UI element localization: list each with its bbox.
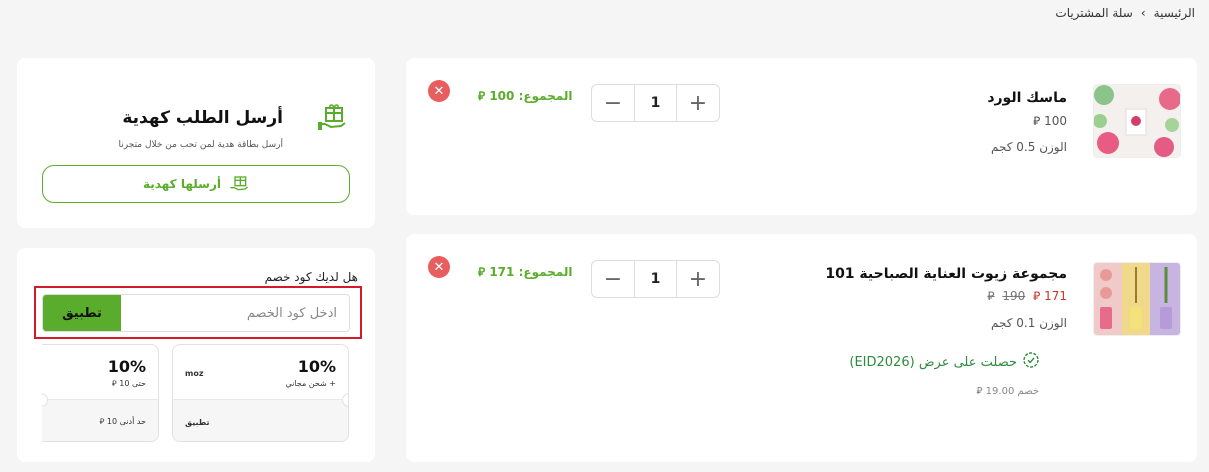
riyal-icon: ⃁ — [976, 386, 983, 397]
increase-quantity-button[interactable]: + — [677, 261, 719, 297]
close-icon: ✕ — [433, 259, 445, 275]
riyal-icon: ⃁ — [987, 289, 995, 303]
cart-item: ماسك الورد 100 ⃁ الوزن 0.5 كجم + 1 − الم… — [406, 58, 1197, 215]
item-price: 100 ⃁ — [1033, 114, 1067, 129]
decrease-quantity-button[interactable]: − — [592, 261, 634, 297]
price-value: 100 — [1044, 114, 1067, 128]
item-name[interactable]: مجموعة زيوت العناية الصباحية 101 — [825, 266, 1067, 282]
product-image-oil-set[interactable] — [1093, 262, 1181, 336]
apply-coupon-button[interactable]: تطبيق — [43, 295, 121, 331]
cart-item: مجموعة زيوت العناية الصباحية 101 171 ⃁ 1… — [406, 234, 1197, 462]
riyal-icon: ⃁ — [1033, 289, 1041, 303]
coupon-description: حتى 10 ⃁ — [112, 379, 146, 389]
riyal-icon: ⃁ — [111, 379, 117, 388]
total-value: 171 — [489, 265, 515, 279]
item-total: المجموع: 171 ⃁ — [478, 265, 572, 280]
coupon-percent: 10% — [297, 357, 336, 376]
item-price: 171 ⃁ 190 ⃁ — [987, 289, 1067, 304]
breadcrumb: الرئيسية › سلة المشتريات — [1055, 6, 1195, 20]
gift-order-card: أرسل الطلب كهدية أرسل بطاقة هدية لمن تحب… — [17, 58, 375, 228]
item-weight: الوزن 0.1 كجم — [991, 316, 1067, 330]
item-total: المجموع: 100 ⃁ — [478, 89, 572, 104]
quantity-stepper: + 1 − — [591, 260, 720, 298]
chevron-left-icon: › — [1140, 6, 1146, 20]
send-as-gift-button[interactable]: أرسلها كهدية — [42, 165, 350, 203]
coupon-percent: 10% — [107, 357, 146, 376]
price-new: 171 — [1044, 289, 1067, 303]
riyal-icon: ⃁ — [99, 417, 105, 426]
item-name[interactable]: ماسك الورد — [987, 90, 1067, 106]
product-image-rose-mask[interactable] — [1093, 84, 1181, 158]
offer-text: حصلت على عرض (EID2026) — [849, 354, 1017, 370]
discount-amount: خصم 19.00 ⃁ — [977, 384, 1039, 397]
coupon-description-text: حتى 10 — [119, 379, 146, 388]
quantity-stepper: + 1 − — [591, 84, 720, 122]
breadcrumb-home-link[interactable]: الرئيسية — [1154, 6, 1195, 20]
offer-applied: حصلت على عرض (EID2026) — [849, 352, 1039, 372]
quantity-value[interactable]: 1 — [634, 85, 677, 121]
coupon-minimum: حد أدنى 10 ⃁ — [100, 417, 146, 427]
send-as-gift-label: أرسلها كهدية — [143, 177, 221, 191]
coupon-minimum-text: حد أدنى 10 — [106, 417, 146, 426]
ticket-notch — [342, 393, 348, 407]
coupon-card: هل لديك كود خصم تطبيق 10% + شحن مجاني mo… — [17, 248, 375, 462]
gift-icon — [229, 173, 249, 196]
increase-quantity-button[interactable]: + — [677, 85, 719, 121]
coupon-ticket[interactable]: 10% + شحن مجاني moz تطبيق — [172, 344, 349, 442]
remove-item-button[interactable]: ✕ — [428, 256, 450, 278]
coupon-description: + شحن مجاني — [285, 379, 336, 388]
total-value: 100 — [489, 89, 515, 103]
price-old: 190 — [1002, 289, 1026, 303]
apply-ticket-button[interactable]: تطبيق — [185, 418, 210, 427]
quantity-value[interactable]: 1 — [634, 261, 677, 297]
riyal-icon: ⃁ — [478, 89, 486, 103]
coupon-code-input[interactable] — [121, 295, 349, 331]
coupon-question: هل لديك كود خصم — [264, 270, 358, 284]
remove-item-button[interactable]: ✕ — [428, 80, 450, 102]
gift-hand-icon — [317, 102, 347, 132]
coupon-ticket[interactable]: 10% حتى 10 ⃁ حد أدنى 10 ⃁ — [42, 344, 159, 442]
total-label: المجموع: — [518, 89, 573, 103]
breadcrumb-current: سلة المشتريات — [1055, 6, 1133, 20]
riyal-icon: ⃁ — [478, 265, 486, 279]
coupon-code: moz — [185, 369, 204, 378]
riyal-icon: ⃁ — [1033, 114, 1041, 128]
decrease-quantity-button[interactable]: − — [592, 85, 634, 121]
close-icon: ✕ — [433, 83, 445, 99]
check-circle-icon — [1023, 352, 1039, 372]
gift-subtitle: أرسل بطاقة هدية لمن تحب من خلال متجرنا — [118, 140, 283, 150]
item-weight: الوزن 0.5 كجم — [991, 140, 1067, 154]
gift-title: أرسل الطلب كهدية — [122, 108, 283, 128]
discount-text: خصم 19.00 — [985, 386, 1039, 397]
total-label: المجموع: — [518, 265, 573, 279]
coupon-form: تطبيق — [42, 294, 350, 332]
